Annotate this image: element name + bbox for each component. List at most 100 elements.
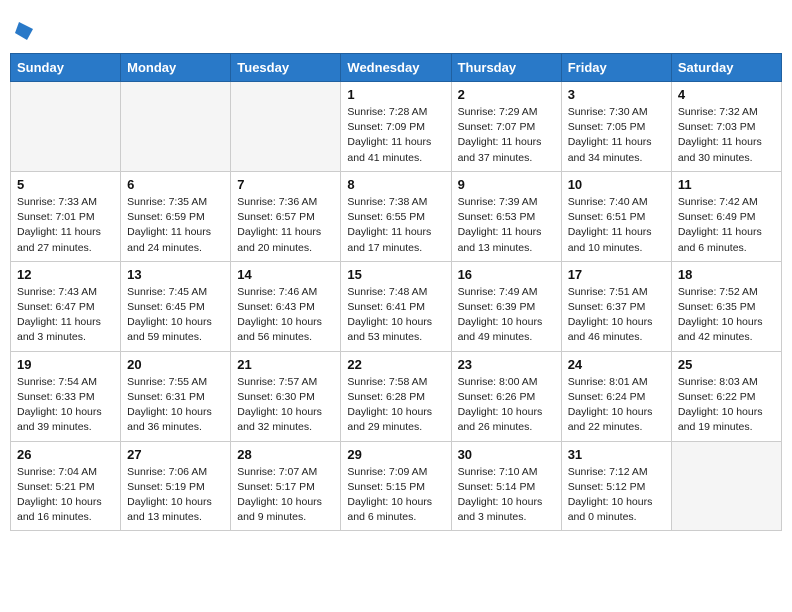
day-cell: 8 Sunrise: 7:38 AMSunset: 6:55 PMDaylight… (341, 171, 451, 261)
day-cell: 5 Sunrise: 7:33 AMSunset: 7:01 PMDaylight… (11, 171, 121, 261)
day-info: Sunrise: 7:04 AMSunset: 5:21 PMDaylight:… (17, 465, 114, 526)
day-cell: 9 Sunrise: 7:39 AMSunset: 6:53 PMDaylight… (451, 171, 561, 261)
day-cell: 19 Sunrise: 7:54 AMSunset: 6:33 PMDayligh… (11, 351, 121, 441)
logo (10, 20, 35, 42)
day-info: Sunrise: 8:03 AMSunset: 6:22 PMDaylight:… (678, 375, 775, 436)
day-cell: 14 Sunrise: 7:46 AMSunset: 6:43 PMDayligh… (231, 261, 341, 351)
day-number: 9 (458, 177, 555, 192)
day-cell: 25 Sunrise: 8:03 AMSunset: 6:22 PMDayligh… (671, 351, 781, 441)
day-cell: 30 Sunrise: 7:10 AMSunset: 5:14 PMDayligh… (451, 441, 561, 531)
day-number: 8 (347, 177, 444, 192)
day-number: 17 (568, 267, 665, 282)
day-cell: 22 Sunrise: 7:58 AMSunset: 6:28 PMDayligh… (341, 351, 451, 441)
day-number: 30 (458, 447, 555, 462)
day-number: 18 (678, 267, 775, 282)
day-info: Sunrise: 7:43 AMSunset: 6:47 PMDaylight:… (17, 285, 114, 346)
week-row-1: 1Sunrise: 7:28 AMSunset: 7:09 PMDaylight… (11, 82, 782, 172)
day-cell: 21Sunrise: 7:57 AMSunset: 6:30 PMDayligh… (231, 351, 341, 441)
day-cell (231, 82, 341, 172)
header-row: SundayMondayTuesdayWednesdayThursdayFrid… (11, 54, 782, 82)
week-row-3: 12 Sunrise: 7:43 AMSunset: 6:47 PMDayligh… (11, 261, 782, 351)
day-header-friday: Friday (561, 54, 671, 82)
calendar-table: SundayMondayTuesdayWednesdayThursdayFrid… (10, 53, 782, 531)
day-info: Sunrise: 7:07 AMSunset: 5:17 PMDaylight:… (237, 465, 334, 526)
day-number: 22 (347, 357, 444, 372)
day-info: Sunrise: 7:58 AMSunset: 6:28 PMDaylight:… (347, 375, 444, 436)
day-number: 13 (127, 267, 224, 282)
day-number: 3 (568, 87, 665, 102)
day-info: Sunrise: 7:32 AMSunset: 7:03 PMDaylight:… (678, 105, 775, 166)
day-cell: 24 Sunrise: 8:01 AMSunset: 6:24 PMDayligh… (561, 351, 671, 441)
day-cell: 20 Sunrise: 7:55 AMSunset: 6:31 PMDayligh… (121, 351, 231, 441)
day-cell: 4 Sunrise: 7:32 AMSunset: 7:03 PMDaylight… (671, 82, 781, 172)
day-number: 7 (237, 177, 334, 192)
day-cell: 3Sunrise: 7:30 AMSunset: 7:05 PMDaylight… (561, 82, 671, 172)
day-cell: 10Sunrise: 7:40 AMSunset: 6:51 PMDayligh… (561, 171, 671, 261)
day-info: Sunrise: 7:42 AMSunset: 6:49 PMDaylight:… (678, 195, 775, 256)
day-number: 23 (458, 357, 555, 372)
day-header-wednesday: Wednesday (341, 54, 451, 82)
day-number: 2 (458, 87, 555, 102)
logo-icon (13, 20, 35, 42)
day-info: Sunrise: 7:49 AMSunset: 6:39 PMDaylight:… (458, 285, 555, 346)
day-number: 14 (237, 267, 334, 282)
day-cell: 18Sunrise: 7:52 AMSunset: 6:35 PMDayligh… (671, 261, 781, 351)
day-number: 29 (347, 447, 444, 462)
day-number: 20 (127, 357, 224, 372)
day-cell: 27Sunrise: 7:06 AMSunset: 5:19 PMDayligh… (121, 441, 231, 531)
day-cell: 6 Sunrise: 7:35 AMSunset: 6:59 PMDaylight… (121, 171, 231, 261)
day-header-thursday: Thursday (451, 54, 561, 82)
day-cell: 15 Sunrise: 7:48 AMSunset: 6:41 PMDayligh… (341, 261, 451, 351)
week-row-5: 26 Sunrise: 7:04 AMSunset: 5:21 PMDayligh… (11, 441, 782, 531)
day-info: Sunrise: 7:09 AMSunset: 5:15 PMDaylight:… (347, 465, 444, 526)
day-info: Sunrise: 7:38 AMSunset: 6:55 PMDaylight:… (347, 195, 444, 256)
day-number: 11 (678, 177, 775, 192)
day-number: 16 (458, 267, 555, 282)
day-info: Sunrise: 7:45 AMSunset: 6:45 PMDaylight:… (127, 285, 224, 346)
day-info: Sunrise: 7:28 AMSunset: 7:09 PMDaylight:… (347, 105, 444, 166)
day-cell: 29 Sunrise: 7:09 AMSunset: 5:15 PMDayligh… (341, 441, 451, 531)
day-info: Sunrise: 7:48 AMSunset: 6:41 PMDaylight:… (347, 285, 444, 346)
header (10, 10, 782, 47)
week-row-2: 5 Sunrise: 7:33 AMSunset: 7:01 PMDaylight… (11, 171, 782, 261)
day-cell: 11 Sunrise: 7:42 AMSunset: 6:49 PMDayligh… (671, 171, 781, 261)
day-number: 5 (17, 177, 114, 192)
day-cell: 23 Sunrise: 8:00 AMSunset: 6:26 PMDayligh… (451, 351, 561, 441)
day-info: Sunrise: 7:51 AMSunset: 6:37 PMDaylight:… (568, 285, 665, 346)
day-info: Sunrise: 7:29 AMSunset: 7:07 PMDaylight:… (458, 105, 555, 166)
day-info: Sunrise: 7:55 AMSunset: 6:31 PMDaylight:… (127, 375, 224, 436)
week-row-4: 19 Sunrise: 7:54 AMSunset: 6:33 PMDayligh… (11, 351, 782, 441)
day-cell: 28 Sunrise: 7:07 AMSunset: 5:17 PMDayligh… (231, 441, 341, 531)
day-info: Sunrise: 7:33 AMSunset: 7:01 PMDaylight:… (17, 195, 114, 256)
day-info: Sunrise: 7:39 AMSunset: 6:53 PMDaylight:… (458, 195, 555, 256)
day-number: 24 (568, 357, 665, 372)
day-number: 4 (678, 87, 775, 102)
day-info: Sunrise: 7:36 AMSunset: 6:57 PMDaylight:… (237, 195, 334, 256)
day-number: 15 (347, 267, 444, 282)
day-info: Sunrise: 7:54 AMSunset: 6:33 PMDaylight:… (17, 375, 114, 436)
day-header-monday: Monday (121, 54, 231, 82)
day-info: Sunrise: 7:10 AMSunset: 5:14 PMDaylight:… (458, 465, 555, 526)
day-cell: 13 Sunrise: 7:45 AMSunset: 6:45 PMDayligh… (121, 261, 231, 351)
day-cell: 16 Sunrise: 7:49 AMSunset: 6:39 PMDayligh… (451, 261, 561, 351)
day-number: 21 (237, 357, 334, 372)
day-info: Sunrise: 7:35 AMSunset: 6:59 PMDaylight:… (127, 195, 224, 256)
day-info: Sunrise: 8:01 AMSunset: 6:24 PMDaylight:… (568, 375, 665, 436)
day-number: 25 (678, 357, 775, 372)
day-info: Sunrise: 7:46 AMSunset: 6:43 PMDaylight:… (237, 285, 334, 346)
day-number: 28 (237, 447, 334, 462)
day-number: 31 (568, 447, 665, 462)
day-number: 12 (17, 267, 114, 282)
day-cell (121, 82, 231, 172)
day-cell: 2 Sunrise: 7:29 AMSunset: 7:07 PMDaylight… (451, 82, 561, 172)
day-number: 19 (17, 357, 114, 372)
day-cell: 17 Sunrise: 7:51 AMSunset: 6:37 PMDayligh… (561, 261, 671, 351)
day-info: Sunrise: 8:00 AMSunset: 6:26 PMDaylight:… (458, 375, 555, 436)
day-info: Sunrise: 7:12 AMSunset: 5:12 PMDaylight:… (568, 465, 665, 526)
day-cell: 31 Sunrise: 7:12 AMSunset: 5:12 PMDayligh… (561, 441, 671, 531)
day-number: 6 (127, 177, 224, 192)
day-info: Sunrise: 7:40 AMSunset: 6:51 PMDaylight:… (568, 195, 665, 256)
day-cell: 26 Sunrise: 7:04 AMSunset: 5:21 PMDayligh… (11, 441, 121, 531)
day-number: 26 (17, 447, 114, 462)
day-header-sunday: Sunday (11, 54, 121, 82)
